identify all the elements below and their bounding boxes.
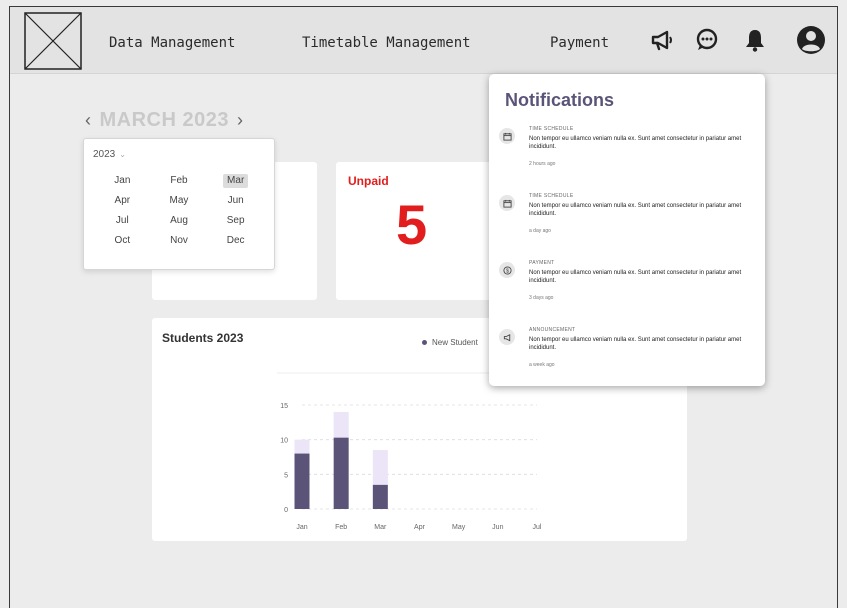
notification-time: a week ago <box>529 362 555 368</box>
unpaid-count: 5 <box>396 193 428 256</box>
bell-icon[interactable] <box>742 27 768 53</box>
notification-body: Non tempor eu ullamco veniam nulla ex. S… <box>529 270 742 284</box>
logo-placeholder-icon[interactable] <box>24 12 82 70</box>
y-tick-label: 10 <box>280 438 288 445</box>
notification-category: ANNOUNCEMENT <box>529 327 576 333</box>
month-picker-dropdown: 2023 ⌄ Jan Feb Mar Apr May Jun Jul Aug Sep Oct Nov D… <box>83 138 275 270</box>
month-option-nov[interactable]: Nov <box>167 234 192 248</box>
dollar-icon: $ <box>499 262 515 278</box>
next-month-button[interactable]: › <box>237 110 244 131</box>
month-option-feb[interactable]: Feb <box>167 174 192 188</box>
x-tick-label: Apr <box>414 524 426 531</box>
x-tick-label: Jun <box>492 524 503 531</box>
month-option-jul[interactable]: Jul <box>110 214 135 228</box>
month-grid: Jan Feb Mar Apr May Jun Jul Aug Sep Oct Nov Dec <box>94 174 264 248</box>
month-option-aug[interactable]: Aug <box>167 214 192 228</box>
notification-body: Non tempor eu ullamco veniam nulla ex. S… <box>529 203 742 217</box>
month-option-jun[interactable]: Jun <box>223 194 248 208</box>
notification-time: 2 hours ago <box>529 161 556 167</box>
notification-body: Non tempor eu ullamco veniam nulla ex. S… <box>529 337 742 351</box>
bar-light <box>372 450 388 485</box>
notification-category: TIME SCHEDULE <box>529 126 574 132</box>
bar-dark <box>294 453 310 509</box>
chevron-down-icon: ⌄ <box>119 150 126 159</box>
year-value: 2023 <box>93 149 116 160</box>
user-avatar-icon[interactable] <box>796 25 826 55</box>
notification-body: Non tempor eu ullamco veniam nulla ex. S… <box>529 136 742 150</box>
notification-time: a day ago <box>529 228 551 234</box>
bar-dark <box>333 437 349 509</box>
month-option-may[interactable]: May <box>167 194 192 208</box>
chat-bubble-icon[interactable] <box>694 27 720 53</box>
month-option-dec[interactable]: Dec <box>223 234 248 248</box>
top-navbar: Data Management Timetable Management Pay… <box>10 7 837 74</box>
megaphone-icon <box>499 329 515 345</box>
y-tick-label: 0 <box>284 507 288 514</box>
month-option-oct[interactable]: Oct <box>110 234 135 248</box>
calendar-icon <box>499 195 515 211</box>
notifications-title: Notifications <box>505 90 615 110</box>
year-select[interactable]: 2023 ⌄ <box>93 149 126 160</box>
unpaid-label: Unpaid <box>348 174 389 188</box>
x-tick-label: Jul <box>533 524 542 531</box>
month-option-sep[interactable]: Sep <box>223 214 248 228</box>
bar-light <box>294 439 310 454</box>
notification-category: TIME SCHEDULE <box>529 193 574 199</box>
svg-text:$: $ <box>506 268 509 274</box>
month-option-mar[interactable]: Mar <box>223 174 248 188</box>
month-option-jan[interactable]: Jan <box>110 174 135 188</box>
calendar-icon <box>499 128 515 144</box>
nav-data-management[interactable]: Data Management <box>109 35 235 51</box>
nav-timetable-management[interactable]: Timetable Management <box>302 35 471 51</box>
x-tick-label: Jan <box>296 524 307 531</box>
bar-light <box>333 411 349 438</box>
current-month-label[interactable]: MARCH 2023 <box>100 109 229 132</box>
nav-payment[interactable]: Payment <box>550 35 609 51</box>
megaphone-icon[interactable] <box>649 27 675 53</box>
notification-time: 3 days ago <box>529 295 554 301</box>
month-option-apr[interactable]: Apr <box>110 194 135 208</box>
x-tick-label: Mar <box>374 524 387 531</box>
unpaid-card: Unpaid 5 <box>336 162 501 300</box>
month-navigator: ‹ MARCH 2023 › <box>85 106 243 134</box>
notification-category: PAYMENT <box>529 260 555 266</box>
bar-dark <box>372 484 388 509</box>
y-tick-label: 5 <box>284 472 288 479</box>
x-tick-label: May <box>452 524 466 531</box>
notifications-panel: Notifications TIME SCHEDULE Non tempor eu… <box>489 74 765 386</box>
y-tick-label: 15 <box>280 403 288 410</box>
prev-month-button[interactable]: ‹ <box>85 110 92 131</box>
x-tick-label: Feb <box>335 524 347 531</box>
